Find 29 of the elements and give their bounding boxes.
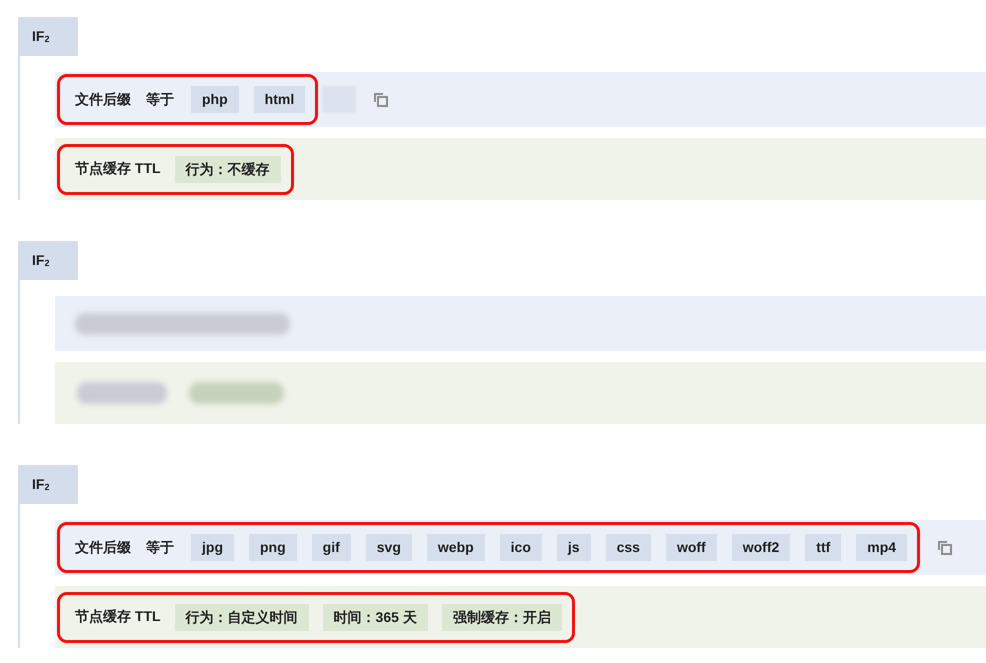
action-tag: 行为：自定义时间 <box>174 604 309 630</box>
field-label: 文件后缀 <box>75 90 131 108</box>
value-tag: html <box>254 86 306 113</box>
value-tag: svg <box>366 534 412 561</box>
field-label: 文件后缀 <box>75 538 131 556</box>
value-tag: webp <box>426 534 485 561</box>
value-tag: png <box>249 534 297 561</box>
if-label: IF$_{2}$ <box>18 465 78 504</box>
value-tag: gif <box>312 534 351 561</box>
value-tag: ico <box>500 534 542 561</box>
operator-label: 等于 <box>146 538 174 556</box>
value-tag: woff2 <box>732 534 790 561</box>
value-tag: css <box>606 534 651 561</box>
value-tag: jpg <box>191 534 234 561</box>
value-tag: mp4 <box>856 534 908 561</box>
value-tag: php <box>191 86 239 113</box>
copy-icon[interactable] <box>938 540 952 554</box>
action-tag: 强制缓存：开启 <box>442 604 562 630</box>
copy-icon[interactable] <box>374 92 388 106</box>
action-tag: 时间：365 天 <box>322 604 428 630</box>
action-label: 节点缓存 TTL <box>75 160 161 178</box>
value-tag: ttf <box>805 534 842 561</box>
operator-label: 等于 <box>146 90 174 108</box>
if-label: IF$_{2}$ <box>18 241 78 280</box>
value-tag: woff <box>666 534 717 561</box>
if-label: IF$_{2}$ <box>18 17 78 56</box>
action-tag: 行为：不缓存 <box>174 156 281 182</box>
value-tag: js <box>556 534 591 561</box>
action-label: 节点缓存 TTL <box>75 608 161 626</box>
